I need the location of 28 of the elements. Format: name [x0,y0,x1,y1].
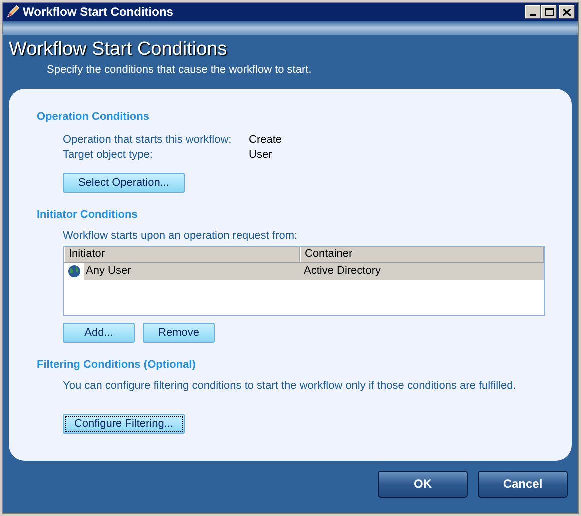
action-button[interactable]: Remove [143,323,215,343]
action-button[interactable]: Configure Filtering... [63,414,185,434]
table-cell[interactable]: Any User [84,263,300,280]
field-value: Create [249,133,284,148]
action-button[interactable]: Select Operation... [63,173,185,193]
table-cell[interactable]: Active Directory [300,263,544,280]
section-heading: Filtering Conditions (Optional) [37,358,197,373]
table-caption: Workflow starts upon an operation request from: [63,228,299,244]
maximize-button[interactable] [541,5,557,19]
action-button[interactable]: Add... [63,323,135,343]
window-title: Workflow Start Conditions [23,4,174,21]
dialog-subtitle: Specify the conditions that cause the workflow to start. [47,63,313,78]
dialog-button[interactable]: Cancel [478,470,568,498]
dialog-button[interactable]: OK [378,470,468,498]
section-description: You can configure filtering conditions to start the workflow only if those conditions are fulfilled. [63,378,518,394]
globe-icon [68,265,81,278]
field-label: Operation that starts this workflow: [63,133,233,148]
close-icon [563,8,571,16]
dialog-heading: Workflow Start Conditions [9,38,228,62]
section-heading: Operation Conditions [37,110,150,124]
pencil-icon [6,5,20,19]
section-heading: Initiator Conditions [37,208,139,223]
field-label: Target object type: [63,148,154,163]
field-value: User [249,148,274,163]
minimize-button[interactable] [525,5,541,19]
maximize-icon [544,8,554,16]
minimize-icon [530,14,536,16]
close-button[interactable] [559,5,575,19]
